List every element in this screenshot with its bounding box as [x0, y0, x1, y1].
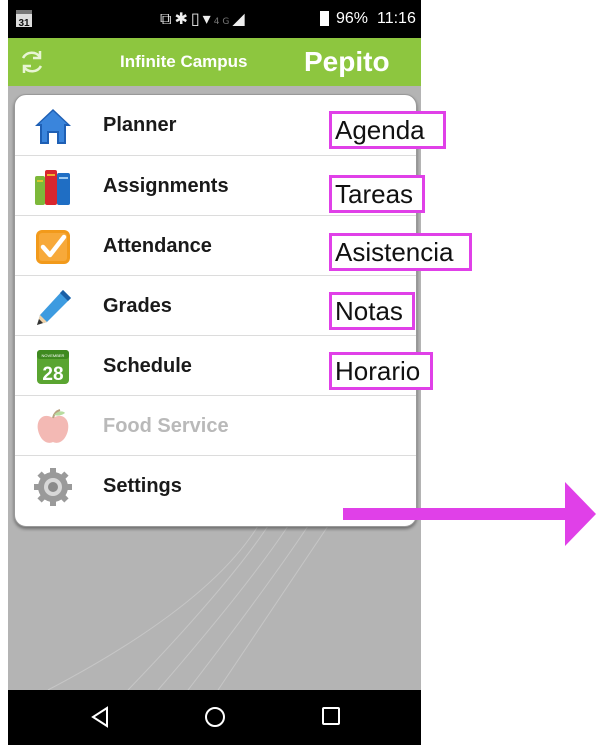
annotation-arrow	[343, 482, 596, 546]
menu-item-label: Attendance	[103, 235, 212, 257]
menu-item-food-service: Food Service	[15, 395, 416, 455]
status-bar: 31 ⧉✱▯▾4G◢ 96% 11:16	[8, 0, 421, 38]
menu-item-label: Settings	[103, 475, 182, 497]
annotation-agenda: Agenda	[329, 111, 446, 149]
refresh-icon[interactable]	[18, 48, 46, 76]
calendar-notification-icon: 31	[16, 10, 32, 29]
back-icon[interactable]	[90, 706, 110, 728]
menu-item-label: Grades	[103, 295, 172, 317]
battery-icon	[320, 11, 329, 26]
house-icon	[35, 109, 71, 144]
calendar-month: NOVEMBER	[42, 353, 65, 358]
calendar-day: 28	[42, 364, 63, 385]
user-name: Pepito	[304, 46, 390, 77]
annotation-asistencia: Asistencia	[329, 233, 472, 271]
status-icons: ⧉✱▯▾4G◢	[160, 9, 248, 29]
cast-icon: ⧉	[160, 9, 175, 28]
menu-item-label: Schedule	[103, 355, 192, 377]
app-bar: Infinite Campus Pepito	[8, 38, 421, 86]
app-title: Infinite Campus	[120, 52, 248, 71]
pencil-icon	[37, 290, 71, 325]
calendar-icon: NOVEMBER 28	[37, 350, 69, 385]
bluetooth-icon: ✱	[174, 9, 191, 28]
wifi-icon: ▾	[202, 9, 214, 28]
vibrate-icon: ▯	[190, 9, 203, 28]
annotation-tareas: Tareas	[329, 175, 425, 213]
checkmark-icon	[36, 230, 70, 264]
clock: 11:16	[377, 10, 416, 27]
home-icon[interactable]	[204, 706, 226, 728]
battery-percent: 96%	[336, 10, 369, 27]
network-type: 4G	[213, 17, 233, 27]
annotation-horario: Horario	[329, 352, 433, 390]
menu-item-label: Assignments	[103, 175, 229, 197]
gear-icon	[34, 468, 72, 506]
menu-item-label: Food Service	[103, 415, 229, 437]
signal-icon: ◢	[232, 9, 248, 28]
annotation-notas: Notas	[329, 292, 415, 330]
menu-item-label: Planner	[103, 114, 177, 136]
books-icon	[35, 170, 70, 205]
recents-icon[interactable]	[321, 706, 341, 726]
apple-icon	[37, 409, 69, 443]
navigation-bar	[8, 690, 421, 745]
